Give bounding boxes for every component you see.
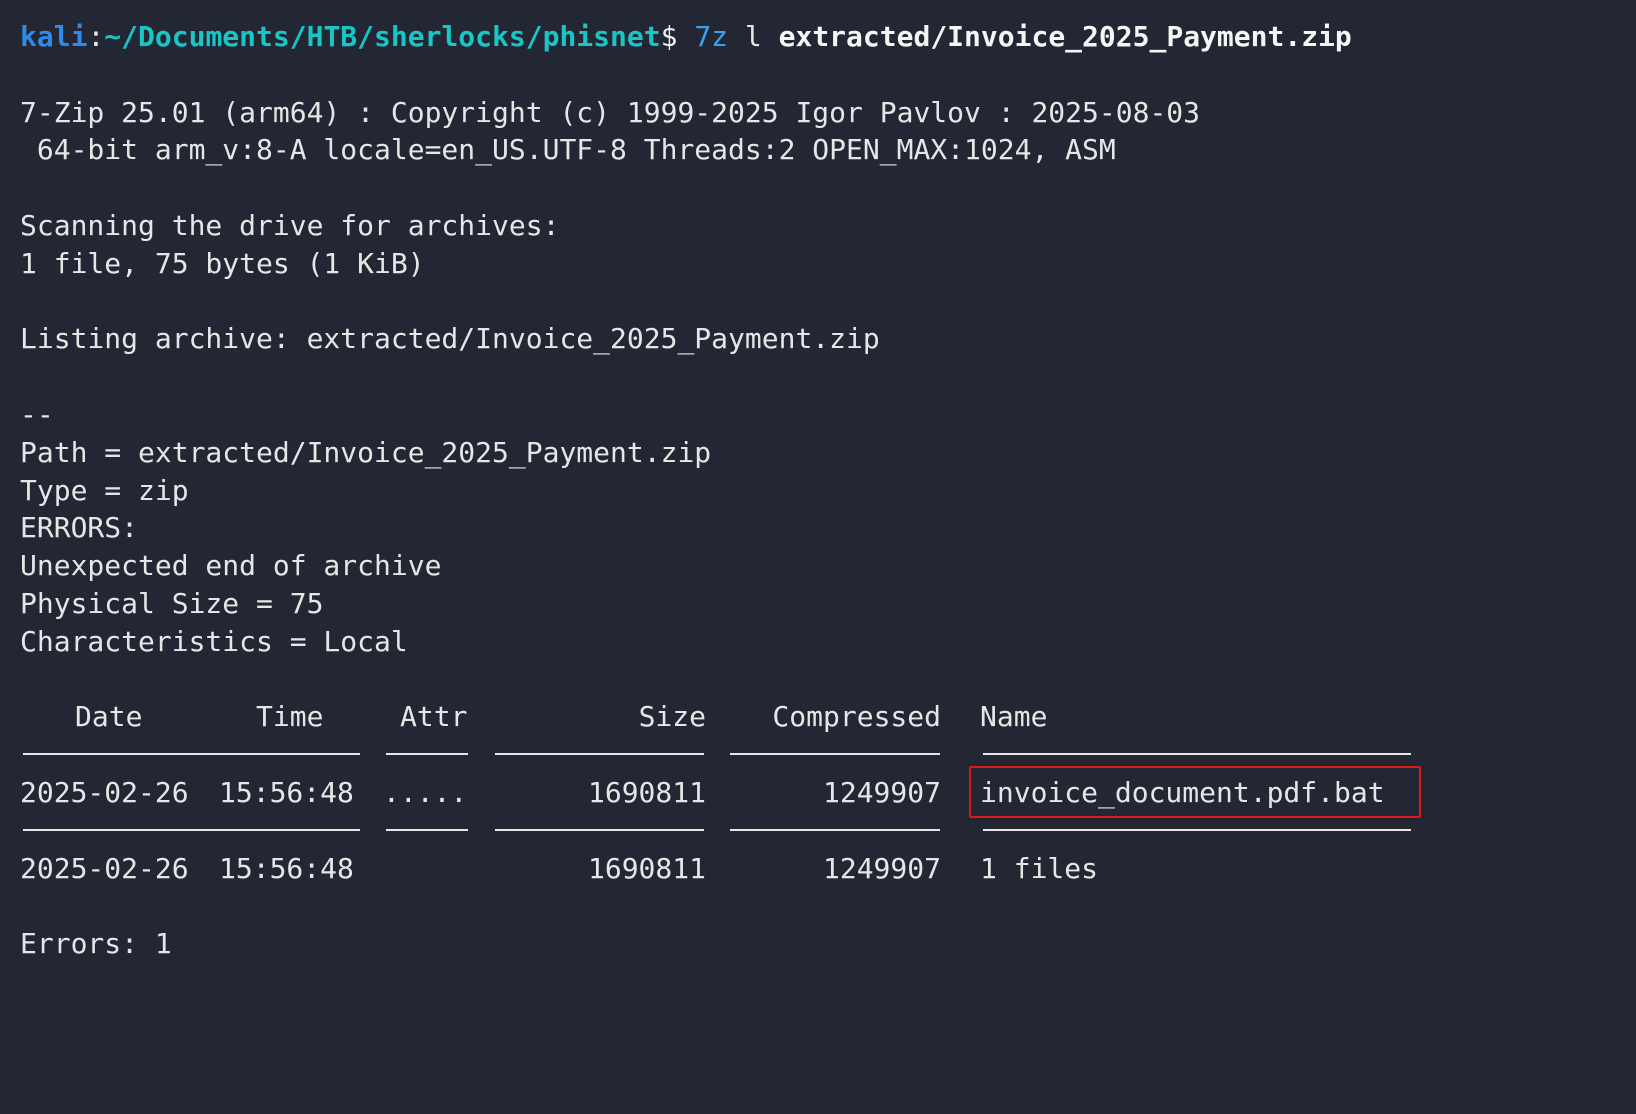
table-summary-row: 2025-02-26 15:56:48 1690811 1249907 1 fi… bbox=[20, 850, 1636, 888]
system-info-line: 64-bit arm_v:8-A locale=en_US.UTF-8 Thre… bbox=[20, 133, 1116, 167]
command-arg-list: l bbox=[744, 20, 762, 53]
info-errors-label: ERRORS: bbox=[20, 511, 139, 545]
scanning-line: Scanning the drive for archives: bbox=[20, 208, 560, 242]
rule-attr bbox=[386, 753, 468, 756]
info-path: Path = extracted/Invoice_2025_Payment.zi… bbox=[20, 435, 712, 469]
prompt-user: kali bbox=[20, 20, 88, 53]
rule-attr bbox=[386, 828, 468, 831]
rule-compressed bbox=[730, 753, 940, 756]
rule-datetime bbox=[23, 828, 360, 831]
rule-compressed bbox=[730, 828, 940, 831]
summary-compressed: 1249907 bbox=[822, 851, 941, 885]
command-prompt-line: kali:~/Documents/HTB/sherlocks/phisnet$ … bbox=[20, 18, 1636, 56]
info-type: Type = zip bbox=[20, 473, 189, 507]
highlight-box bbox=[969, 765, 1421, 818]
table-header-row: Date Time Attr Size Compressed Name bbox=[20, 698, 1636, 736]
header-compressed: Compressed bbox=[772, 700, 941, 734]
table-row: 2025-02-26 15:56:48 ..... 1690811 124990… bbox=[20, 765, 1636, 818]
command-arg-archive: extracted/Invoice_2025_Payment.zip bbox=[778, 20, 1352, 53]
separator-dashes: -- bbox=[20, 397, 54, 431]
rule-size bbox=[495, 828, 704, 831]
prompt-path: ~/Documents/HTB/sherlocks/phisnet bbox=[104, 20, 661, 53]
info-characteristics: Characteristics = Local bbox=[20, 624, 408, 658]
prompt-symbol: $ bbox=[660, 20, 678, 53]
rule-size bbox=[495, 753, 704, 756]
listing-archive-line: Listing archive: extracted/Invoice_2025_… bbox=[20, 322, 880, 356]
header-name: Name bbox=[980, 700, 1048, 734]
info-error-message: Unexpected end of archive bbox=[20, 549, 442, 583]
command-name: 7z bbox=[694, 20, 729, 53]
rule-name bbox=[983, 828, 1411, 831]
errors-footer: Errors: 1 bbox=[20, 927, 172, 961]
info-physical-size: Physical Size = 75 bbox=[20, 586, 324, 620]
rule-name bbox=[983, 753, 1411, 756]
prompt-separator: : bbox=[87, 20, 105, 53]
table-footer-rules bbox=[20, 812, 1636, 850]
terminal-window: kali:~/Documents/HTB/sherlocks/phisnet$ … bbox=[20, 18, 1636, 992]
file-count-line: 1 file, 75 bytes (1 KiB) bbox=[20, 246, 425, 280]
summary-name: 1 files bbox=[980, 851, 1099, 885]
version-line: 7-Zip 25.01 (arm64) : Copyright (c) 1999… bbox=[20, 95, 1201, 129]
row-compressed: 1249907 bbox=[822, 775, 941, 809]
rule-datetime bbox=[23, 753, 360, 756]
